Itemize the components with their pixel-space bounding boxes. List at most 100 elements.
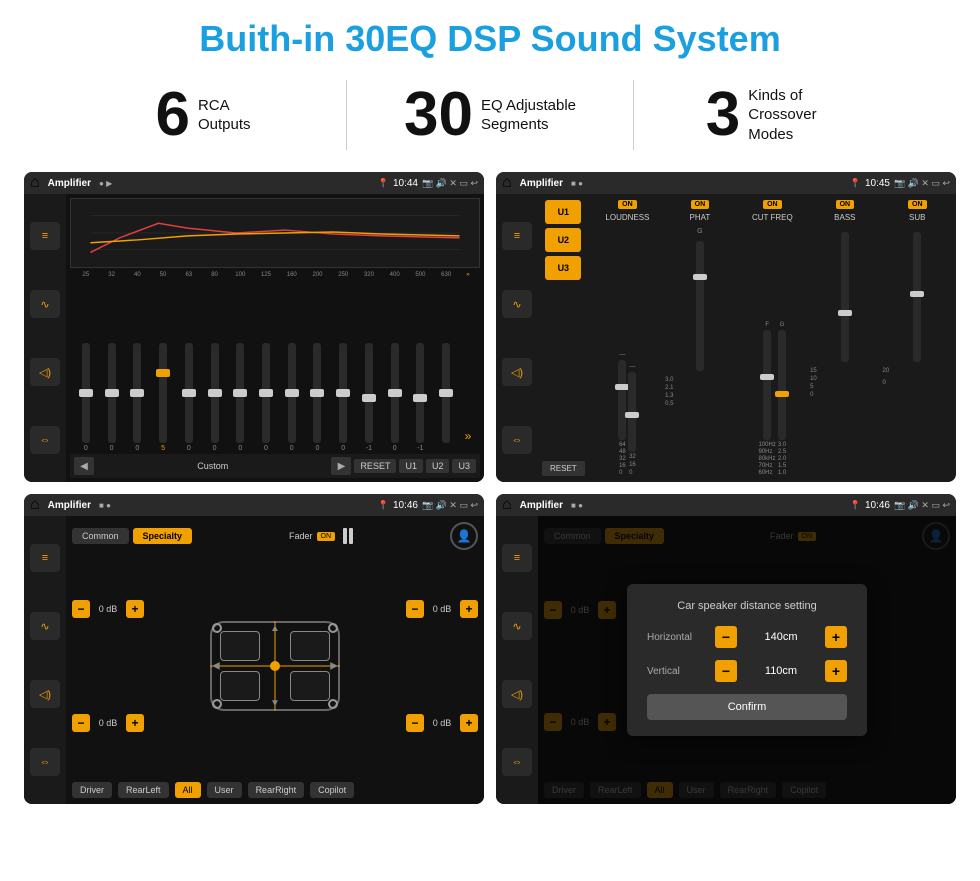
db-value-rr: 0 dB (427, 718, 457, 728)
custom-label: Custom (97, 461, 328, 471)
time-2: 10:45 (865, 178, 890, 189)
db-control-rl: − 0 dB + (72, 714, 144, 732)
on-loudness: ON (618, 200, 637, 209)
u1-preset-btn[interactable]: U1 (545, 200, 581, 224)
minus-btn-rl[interactable]: − (72, 714, 90, 732)
rearleft-btn[interactable]: RearLeft (118, 782, 169, 798)
stat-label-eq: EQ Adjustable Segments (481, 96, 576, 135)
location-icon-3: 📍 (378, 500, 389, 511)
status-icons-2: 📷 🔊 ✕ ▭ ↩ (894, 178, 950, 189)
copilot-btn[interactable]: Copilot (310, 782, 354, 798)
u3-preset-btn[interactable]: U3 (545, 256, 581, 280)
user-btn[interactable]: User (207, 782, 242, 798)
u2-preset-btn[interactable]: U2 (545, 228, 581, 252)
eq-band-8[interactable] (280, 343, 304, 443)
home-icon-4[interactable]: ⌂ (502, 496, 512, 514)
prev-btn[interactable]: ◀ (74, 457, 94, 475)
minus-btn-fr[interactable]: − (406, 600, 424, 618)
eq-band-11[interactable] (357, 343, 381, 443)
expand-icon-btn-2[interactable]: ⇔ (502, 426, 532, 454)
eq-band-14[interactable] (434, 343, 458, 443)
app-title-4: Amplifier (520, 500, 563, 511)
volume-icon-btn-3[interactable]: ◁) (30, 680, 60, 708)
u1-btn[interactable]: U1 (399, 459, 423, 473)
play-btn[interactable]: ▶ (331, 457, 351, 475)
eq-band-9[interactable] (306, 343, 330, 443)
home-icon-2[interactable]: ⌂ (502, 174, 512, 192)
eq-band-4[interactable] (177, 343, 201, 443)
time-1: 10:44 (393, 178, 418, 189)
eq-band-5[interactable] (203, 343, 227, 443)
on-bass: ON (836, 200, 855, 209)
volume-icon-btn-4[interactable]: ◁) (502, 680, 532, 708)
reset-btn[interactable]: RESET (354, 459, 396, 473)
db-control-fl: − 0 dB + (72, 600, 144, 618)
plus-btn-fl[interactable]: + (126, 600, 144, 618)
tab-row-3: Common Specialty Fader ON 👤 (72, 522, 478, 550)
eq-band-10[interactable] (331, 343, 355, 443)
horizontal-value: 140cm (745, 631, 817, 643)
home-icon-1[interactable]: ⌂ (30, 174, 40, 192)
confirm-button[interactable]: Confirm (647, 694, 847, 720)
eq-band-3[interactable] (151, 343, 175, 443)
u2-btn[interactable]: U2 (426, 459, 450, 473)
home-icon-3[interactable]: ⌂ (30, 496, 40, 514)
eq-band-2[interactable] (125, 343, 149, 443)
minus-btn-rr[interactable]: − (406, 714, 424, 732)
driver-btn[interactable]: Driver (72, 782, 112, 798)
plus-btn-fr[interactable]: + (460, 600, 478, 618)
plus-btn-rl[interactable]: + (126, 714, 144, 732)
expand-icon-btn[interactable]: ⇔ (30, 426, 60, 454)
minus-btn-fl[interactable]: − (72, 600, 90, 618)
wave-icon-btn-4[interactable]: ∿ (502, 612, 532, 640)
vertical-plus-btn[interactable]: + (825, 660, 847, 682)
stat-number-rca: 6 (155, 84, 189, 146)
status-icons-1: 📷 🔊 ✕ ▭ ↩ (422, 178, 478, 189)
stat-label-rca: RCA Outputs (198, 96, 251, 135)
screen-fader: ⌂ Amplifier ■ ● 📍 10:46 📷 🔊 ✕ ▭ ↩ ≡ ∿ ◁)… (24, 494, 484, 804)
eq-sliders-row: » (70, 280, 480, 443)
eq-expand-btn[interactable]: » (460, 429, 476, 443)
u3-btn[interactable]: U3 (452, 459, 476, 473)
tab-specialty-3[interactable]: Specialty (133, 528, 193, 544)
expand-icon-btn-3[interactable]: ⇔ (30, 748, 60, 776)
horizontal-minus-btn[interactable]: − (715, 626, 737, 648)
eq-band-1[interactable] (100, 343, 124, 443)
time-4: 10:46 (865, 500, 890, 511)
location-icon-2: 📍 (850, 178, 861, 189)
location-icon-4: 📍 (850, 500, 861, 511)
eq-band-13[interactable] (409, 343, 433, 443)
eq-icon-btn-4[interactable]: ≡ (502, 544, 532, 572)
status-bar-3: ⌂ Amplifier ■ ● 📍 10:46 📷 🔊 ✕ ▭ ↩ (24, 494, 484, 516)
status-dots-2: ■ ● (571, 179, 583, 188)
plus-btn-rr[interactable]: + (460, 714, 478, 732)
rearright-btn[interactable]: RearRight (248, 782, 305, 798)
eq-icon-btn-3[interactable]: ≡ (30, 544, 60, 572)
on-sub: ON (908, 200, 927, 209)
dialog-title: Car speaker distance setting (647, 600, 847, 612)
vertical-minus-btn[interactable]: − (715, 660, 737, 682)
horizontal-plus-btn[interactable]: + (825, 626, 847, 648)
car-diagram: ▲ ▼ ◀ ▶ (200, 611, 350, 721)
wave-icon-btn-2[interactable]: ∿ (502, 290, 532, 318)
volume-icon-btn-2[interactable]: ◁) (502, 358, 532, 386)
status-dots-1: ● ▶ (99, 179, 112, 188)
all-btn[interactable]: All (175, 782, 201, 798)
eq-band-6[interactable] (228, 343, 252, 443)
screen2-side: ≡ ∿ ◁) ⇔ (496, 194, 538, 482)
volume-icon-btn[interactable]: ◁) (30, 358, 60, 386)
eq-band-7[interactable] (254, 343, 278, 443)
expand-icon-btn-4[interactable]: ⇔ (502, 748, 532, 776)
eq-band-12[interactable] (383, 343, 407, 443)
app-title-2: Amplifier (520, 178, 563, 189)
eq-icon-btn-2[interactable]: ≡ (502, 222, 532, 250)
reset-btn-2[interactable]: RESET (542, 461, 585, 476)
tab-common-3[interactable]: Common (72, 528, 129, 544)
eq-band-0[interactable] (74, 343, 98, 443)
eq-icon-btn[interactable]: ≡ (30, 222, 60, 250)
wave-icon-btn[interactable]: ∿ (30, 290, 60, 318)
avatar-btn-3[interactable]: 👤 (450, 522, 478, 550)
wave-icon-btn-3[interactable]: ∿ (30, 612, 60, 640)
stat-eq: 30 EQ Adjustable Segments (347, 84, 633, 146)
page-title: Buith-in 30EQ DSP Sound System (0, 0, 980, 70)
